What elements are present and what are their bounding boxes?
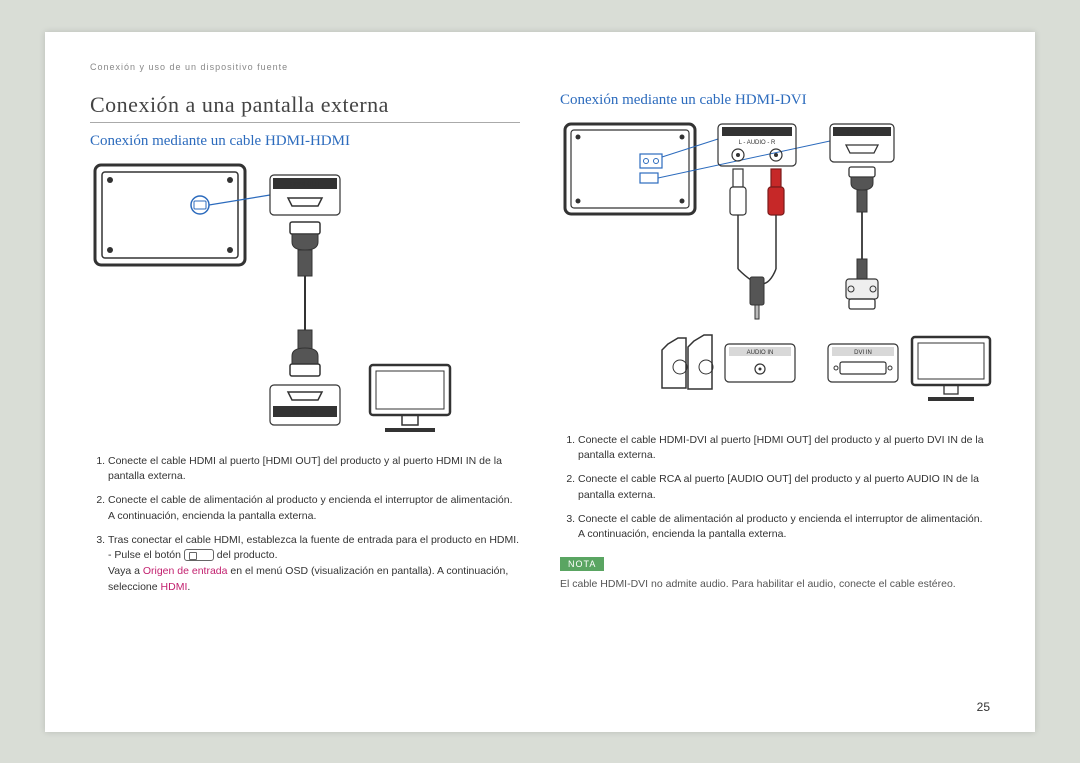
right-column: Conexión mediante un cable HDMI-DVI AUDI… xyxy=(560,92,990,604)
steps-hdmi-hdmi: Conecte el cable HDMI al puerto [HDMI OU… xyxy=(90,454,520,596)
section-title-hdmi-hdmi: Conexión mediante un cable HDMI-HDMI xyxy=(90,133,520,150)
step-1: Conecte el cable HDMI al puerto [HDMI OU… xyxy=(108,454,520,486)
section-title-hdmi-dvi: Conexión mediante un cable HDMI-DVI xyxy=(560,92,990,109)
label-hdmi-out-r: HDMI OUT xyxy=(847,130,877,136)
note-badge: NOTA xyxy=(560,557,604,571)
page-title: Conexión a una pantalla externa xyxy=(90,92,520,123)
two-column-layout: Conexión a una pantalla externa Conexión… xyxy=(90,92,990,604)
label-audio-lr: L - AUDIO - R xyxy=(739,140,776,146)
step-2: Conecte el cable de alimentación al prod… xyxy=(108,493,520,525)
page-number: 25 xyxy=(977,700,990,714)
label-dvi-in: DVI IN xyxy=(854,350,872,356)
link-origen-entrada: Origen de entrada xyxy=(143,565,228,577)
step-3: Conecte el cable de alimentación al prod… xyxy=(578,512,990,544)
manual-page: Conexión y uso de un dispositivo fuente … xyxy=(45,32,1035,732)
diagram-hdmi-dvi: AUDIO OUT L - AUDIO - R HDMI O xyxy=(560,119,1000,419)
left-column: Conexión a una pantalla externa Conexión… xyxy=(90,92,520,604)
source-button-icon xyxy=(184,549,214,561)
note-text: El cable HDMI-DVI no admite audio. Para … xyxy=(560,577,990,593)
step-2: Conecte el cable RCA al puerto [AUDIO OU… xyxy=(578,472,990,504)
label-audio-in: AUDIO IN xyxy=(747,350,774,356)
label-hdmi-out: HDMI OUT xyxy=(290,182,320,188)
steps-hdmi-dvi: Conecte el cable HDMI-DVI al puerto [HDM… xyxy=(560,433,990,544)
label-hdmi-in: HDMI IN xyxy=(294,410,317,416)
diagram-hdmi-hdmi: HDMI OUT HDMI IN xyxy=(90,160,470,440)
link-hdmi: HDMI xyxy=(161,581,188,593)
speakers-icon xyxy=(662,335,713,389)
breadcrumb: Conexión y uso de un dispositivo fuente xyxy=(90,62,990,72)
label-audio-out: AUDIO OUT xyxy=(740,130,774,136)
step-1: Conecte el cable HDMI-DVI al puerto [HDM… xyxy=(578,433,990,465)
step-3: Tras conectar el cable HDMI, establezca … xyxy=(108,533,520,596)
